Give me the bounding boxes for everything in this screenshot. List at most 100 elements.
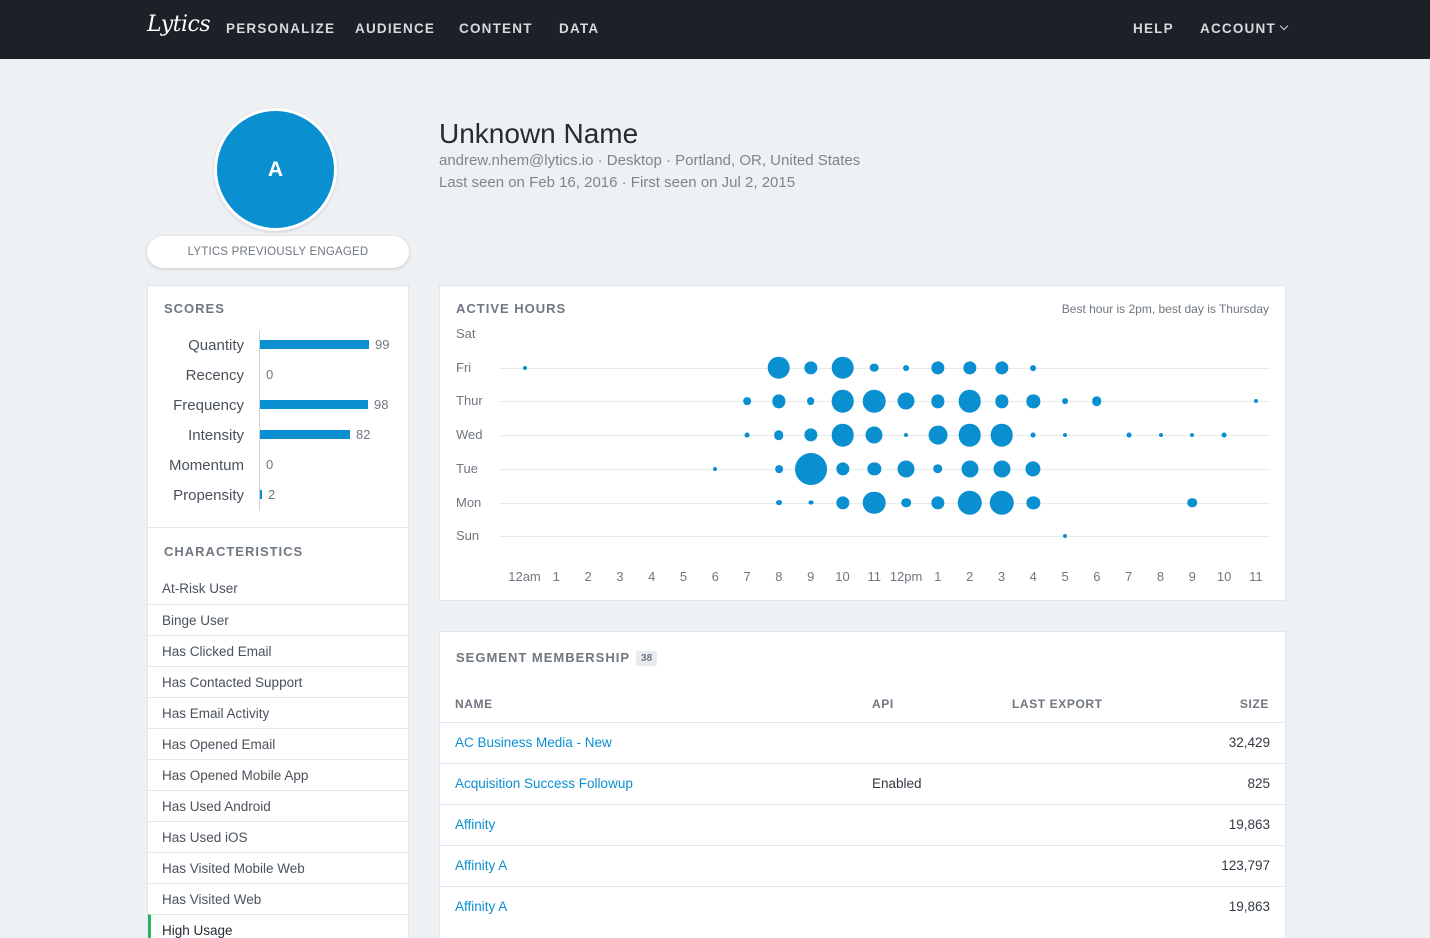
activity-dot: [1187, 497, 1198, 508]
activity-dot: [774, 430, 784, 440]
segment-name-link[interactable]: Affinity: [455, 817, 495, 832]
segment-size: 19,863: [1228, 817, 1270, 832]
characteristic-item[interactable]: Has Visited Mobile Web: [148, 852, 408, 883]
table-row: Affinity A 123,797: [440, 845, 1285, 886]
characteristic-item[interactable]: Has Email Activity: [148, 697, 408, 728]
score-label-intensity: Intensity: [188, 427, 244, 444]
nav-audience[interactable]: AUDIENCE: [355, 21, 435, 36]
segment-membership-label: SEGMENT MEMBERSHIP: [456, 650, 631, 665]
scores-title: SCORES: [164, 301, 225, 316]
score-bar-frequency: [260, 400, 368, 409]
day-label-sat: Sat: [456, 326, 476, 341]
hour-label: 4: [1029, 569, 1037, 584]
grid-line: [500, 368, 1270, 369]
activity-dot: [522, 365, 527, 370]
activity-dot: [831, 423, 854, 447]
hour-label: 2: [584, 569, 592, 584]
score-value-frequency: 98: [374, 397, 389, 412]
avatar: A: [214, 108, 337, 231]
segment-name-link[interactable]: Acquisition Success Followup: [455, 776, 633, 791]
hour-label: 9: [1188, 569, 1196, 584]
nav-help[interactable]: HELP: [1133, 21, 1174, 36]
score-value-intensity: 82: [356, 427, 371, 442]
activity-dot: [1063, 433, 1068, 438]
activity-dot: [990, 423, 1013, 447]
segment-name-link[interactable]: AC Business Media - New: [455, 735, 612, 750]
activity-dot: [933, 464, 943, 474]
table-row: Affinity A 19,863: [440, 886, 1285, 927]
score-bar-quantity: [260, 340, 369, 349]
hour-label: 3: [616, 569, 624, 584]
score-label-momentum: Momentum: [168, 457, 244, 474]
hour-label: 12am: [508, 569, 541, 584]
segment-name-link[interactable]: Affinity A: [455, 858, 507, 873]
hour-label: 10: [1216, 569, 1232, 584]
segment-count-badge: 38: [636, 651, 658, 666]
characteristics-title: CHARACTERISTICS: [164, 544, 304, 559]
characteristic-item[interactable]: Has Used iOS: [148, 821, 408, 852]
activity-dot: [992, 460, 1011, 478]
score-value-propensity: 2: [268, 487, 276, 502]
day-label-tue: Tue: [456, 460, 478, 476]
table-row: Acquisition Success Followup Enabled 825: [440, 763, 1285, 804]
characteristic-item[interactable]: At-Risk User: [148, 573, 408, 604]
activity-dot: [897, 392, 915, 410]
day-label-fri: Fri: [456, 359, 472, 375]
activity-dot: [1158, 433, 1163, 438]
active-hours-note: Best hour is 2pm, best day is Thursday: [1061, 302, 1269, 316]
column-header-name[interactable]: NAME: [455, 697, 493, 711]
hour-label: 12pm: [889, 569, 923, 584]
hour-label: 2: [966, 569, 974, 584]
activity-dot: [928, 425, 948, 445]
table-row: AC Business Media - New 32,429: [440, 722, 1285, 763]
hour-label: 10: [835, 569, 850, 584]
activity-dot: [1092, 396, 1102, 407]
active-hours-title: ACTIVE HOURS: [456, 301, 567, 316]
hour-label: 6: [711, 569, 719, 584]
activity-dot: [808, 500, 814, 505]
activity-dot: [869, 363, 879, 373]
activity-dot: [831, 356, 854, 379]
activity-dot: [1253, 399, 1258, 404]
scores-axis: [259, 331, 260, 511]
activity-dot: [961, 460, 979, 478]
score-label-propensity: Propensity: [173, 487, 244, 504]
characteristic-item[interactable]: Has Clicked Email: [148, 635, 408, 666]
nav-account-label: ACCOUNT: [1200, 21, 1276, 36]
profile-seen: Last seen on Feb 16, 2016 · First seen o…: [439, 174, 796, 191]
column-header-size[interactable]: SIZE: [1240, 697, 1269, 711]
hour-label: 6: [1093, 569, 1101, 584]
hour-label: 9: [807, 569, 815, 584]
segment-membership-title: SEGMENT MEMBERSHIP 38: [456, 650, 658, 666]
chevron-down-icon: [1279, 21, 1289, 31]
activity-dot: [713, 466, 718, 471]
nav-account[interactable]: ACCOUNT: [1200, 21, 1289, 36]
segment-size: 123,797: [1221, 858, 1270, 873]
grid-line: [500, 469, 1270, 470]
activity-dot: [865, 426, 883, 444]
nav-content[interactable]: CONTENT: [459, 21, 533, 36]
characteristic-item[interactable]: Binge User: [148, 604, 408, 635]
score-label-quantity: Quantity: [188, 337, 244, 354]
characteristic-item[interactable]: Has Opened Email: [148, 728, 408, 759]
nav-data[interactable]: DATA: [559, 21, 599, 36]
column-header-api[interactable]: API: [872, 697, 894, 711]
column-header-last-export[interactable]: LAST EXPORT: [1012, 697, 1103, 711]
characteristic-item[interactable]: High Usage: [148, 914, 408, 938]
hour-label: 8: [775, 569, 783, 584]
nav-personalize[interactable]: PERSONALIZE: [226, 21, 335, 36]
activity-dot: [1030, 364, 1037, 371]
lytics-logo[interactable]: Lytics: [147, 12, 211, 37]
segment-name-link[interactable]: Affinity A: [455, 899, 507, 914]
grid-line: [500, 536, 1270, 537]
engagement-badge: LYTICS PREVIOUSLY ENGAGED: [147, 236, 409, 268]
characteristic-item[interactable]: Has Contacted Support: [148, 666, 408, 697]
characteristic-item[interactable]: Has Visited Web: [148, 883, 408, 914]
activity-dot: [1221, 432, 1227, 438]
activity-dot: [897, 460, 915, 478]
characteristic-item[interactable]: Has Used Android: [148, 790, 408, 821]
characteristic-item[interactable]: Has Opened Mobile App: [148, 759, 408, 790]
score-value-momentum: 0: [266, 457, 274, 472]
segment-size: 825: [1247, 776, 1270, 791]
activity-dot: [1062, 398, 1069, 405]
